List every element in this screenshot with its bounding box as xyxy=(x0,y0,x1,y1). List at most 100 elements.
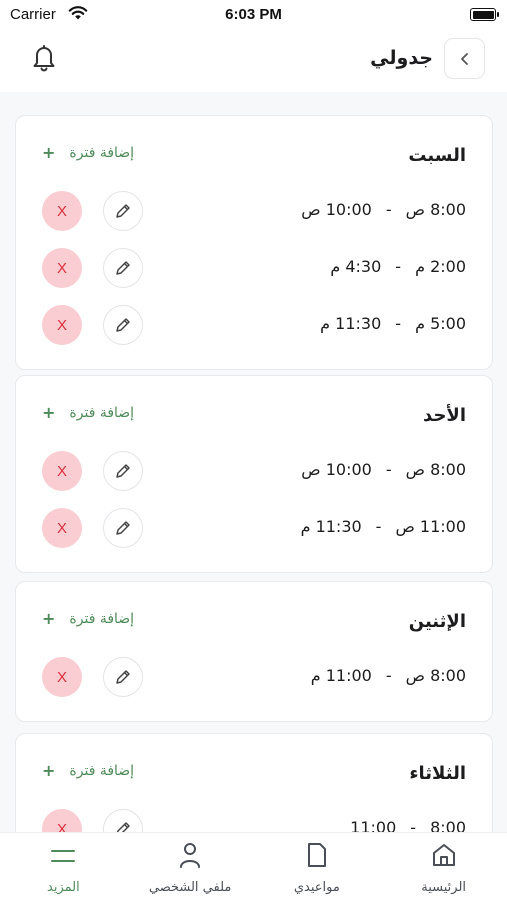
delete-label: X xyxy=(56,202,67,220)
slot-end-time: 11:30 م xyxy=(300,517,362,536)
plus-icon: + xyxy=(42,143,56,162)
tab-appointments-label: مواعيدي xyxy=(293,880,340,895)
range-dash: - xyxy=(385,666,392,685)
delete-slot-button[interactable]: X xyxy=(42,191,82,231)
slot-start-time: 8:00 xyxy=(430,818,466,832)
tab-more[interactable]: المزيد xyxy=(0,833,127,900)
slot-start-time: 8:00 ص xyxy=(405,666,466,685)
range-dash: - xyxy=(375,517,382,536)
pencil-icon xyxy=(116,318,130,332)
slot-time-range: 8:00-11:00 xyxy=(350,818,466,832)
tab-profile-label: ملفي الشخصي xyxy=(148,880,232,895)
tab-more-label: المزيد xyxy=(47,880,80,895)
slot-end-time: 4:30 م xyxy=(330,257,382,276)
pencil-icon xyxy=(116,822,130,832)
pencil-icon xyxy=(116,464,130,478)
slot-end-time: 10:00 ص xyxy=(301,460,372,479)
edit-slot-button[interactable] xyxy=(103,657,143,697)
delete-label: X xyxy=(56,820,67,833)
time-slot-row: 8:00 ص -10:00 ص X xyxy=(16,191,492,231)
add-period-label: إضافة فترة xyxy=(69,610,135,627)
delete-slot-button[interactable]: X xyxy=(42,809,82,832)
tab-profile[interactable]: ملفي الشخصي xyxy=(127,833,254,900)
delete-label: X xyxy=(56,259,67,277)
time-slot-row: 2:00 م -4:30 م X xyxy=(16,248,492,288)
pencil-icon xyxy=(116,670,130,684)
delete-label: X xyxy=(56,462,67,480)
home-icon xyxy=(432,844,455,866)
add-period-label: إضافة فترة xyxy=(69,404,135,421)
slot-time-range: 11:00 ص -11:30 م xyxy=(301,517,466,536)
time-slot-row: 5:00 م -11:30 م X xyxy=(16,305,492,345)
slot-start-time: 2:00 م xyxy=(415,257,466,276)
plus-icon: + xyxy=(42,761,56,780)
slot-start-time: 11:00 ص xyxy=(395,517,466,536)
day-name: الأحد xyxy=(423,405,466,426)
range-dash: - xyxy=(410,818,417,832)
slot-time-range: 8:00 ص -10:00 ص xyxy=(301,460,466,479)
plus-icon: + xyxy=(42,403,56,422)
day-name: الإثنين xyxy=(408,611,466,632)
range-dash: - xyxy=(395,257,402,276)
schedule-list[interactable]: السبت إضافة فترة +8:00 ص -10:00 ص X 2:00 م -4:… xyxy=(0,92,507,832)
edit-slot-button[interactable] xyxy=(103,191,143,231)
slot-time-range: 8:00 ص -11:00 م xyxy=(311,666,466,685)
slot-time-range: 8:00 ص -10:00 ص xyxy=(301,200,466,219)
user-icon xyxy=(180,843,201,868)
status-bar: Carrier 6:03 PM xyxy=(0,0,507,32)
add-period-button[interactable]: إضافة فترة + xyxy=(42,761,134,780)
day-name: السبت xyxy=(408,145,466,166)
delete-slot-button[interactable]: X xyxy=(42,508,82,548)
slot-start-time: 8:00 ص xyxy=(405,460,466,479)
add-period-label: إضافة فترة xyxy=(69,144,135,161)
delete-label: X xyxy=(56,316,67,334)
add-period-button[interactable]: إضافة فترة + xyxy=(42,403,134,422)
back-button[interactable] xyxy=(444,38,485,79)
tab-home[interactable]: الرئيسية xyxy=(380,833,507,900)
day-card: السبت إضافة فترة +8:00 ص -10:00 ص X 2:00 م -4:… xyxy=(15,115,493,370)
plus-icon: + xyxy=(42,609,56,628)
add-period-label: إضافة فترة xyxy=(69,762,135,779)
slot-start-time: 5:00 م xyxy=(415,314,466,333)
add-period-button[interactable]: إضافة فترة + xyxy=(42,609,134,628)
day-name: الثلاثاء xyxy=(409,763,466,784)
menu-icon xyxy=(51,850,76,862)
edit-slot-button[interactable] xyxy=(103,305,143,345)
pencil-icon xyxy=(116,521,130,535)
slot-end-time: 11:30 م xyxy=(320,314,382,333)
document-icon xyxy=(307,843,326,867)
slot-start-time: 8:00 ص xyxy=(405,200,466,219)
slot-end-time: 11:00 م xyxy=(310,666,372,685)
slot-end-time: 10:00 ص xyxy=(301,200,372,219)
edit-slot-button[interactable] xyxy=(103,451,143,491)
page-title: جدولي xyxy=(370,47,433,69)
chevron-left-icon xyxy=(460,52,468,65)
delete-label: X xyxy=(56,668,67,686)
delete-slot-button[interactable]: X xyxy=(42,305,82,345)
edit-slot-button[interactable] xyxy=(103,248,143,288)
delete-slot-button[interactable]: X xyxy=(42,248,82,288)
time-slot-row: 8:00-11:00 X xyxy=(16,809,492,832)
range-dash: - xyxy=(395,314,402,333)
time-slot-row: 8:00 ص -10:00 ص X xyxy=(16,451,492,491)
pencil-icon xyxy=(116,204,130,218)
tab-bar: الرئيسية مواعيدي ملفي الشخصي المزيد xyxy=(0,832,507,900)
delete-label: X xyxy=(56,519,67,537)
edit-slot-button[interactable] xyxy=(103,809,143,832)
pencil-icon xyxy=(116,261,130,275)
delete-slot-button[interactable]: X xyxy=(42,451,82,491)
slot-time-range: 5:00 م -11:30 م xyxy=(320,314,466,333)
day-card: الثلاثاء إضافة فترة +8:00-11:00 X xyxy=(15,733,493,832)
tab-appointments[interactable]: مواعيدي xyxy=(254,833,381,900)
delete-slot-button[interactable]: X xyxy=(42,657,82,697)
battery-icon xyxy=(470,8,499,21)
tab-home-label: الرئيسية xyxy=(421,880,467,895)
notification-bell-icon[interactable] xyxy=(30,43,58,73)
range-dash: - xyxy=(385,460,392,479)
slot-end-time: 11:00 xyxy=(350,818,397,832)
day-card: الأحد إضافة فترة +8:00 ص -10:00 ص X 11:00 ص-1… xyxy=(15,375,493,573)
day-card: الإثنين إضافة فترة +8:00 ص -11:00 م X xyxy=(15,581,493,722)
add-period-button[interactable]: إضافة فترة + xyxy=(42,143,134,162)
edit-slot-button[interactable] xyxy=(103,508,143,548)
range-dash: - xyxy=(385,200,392,219)
